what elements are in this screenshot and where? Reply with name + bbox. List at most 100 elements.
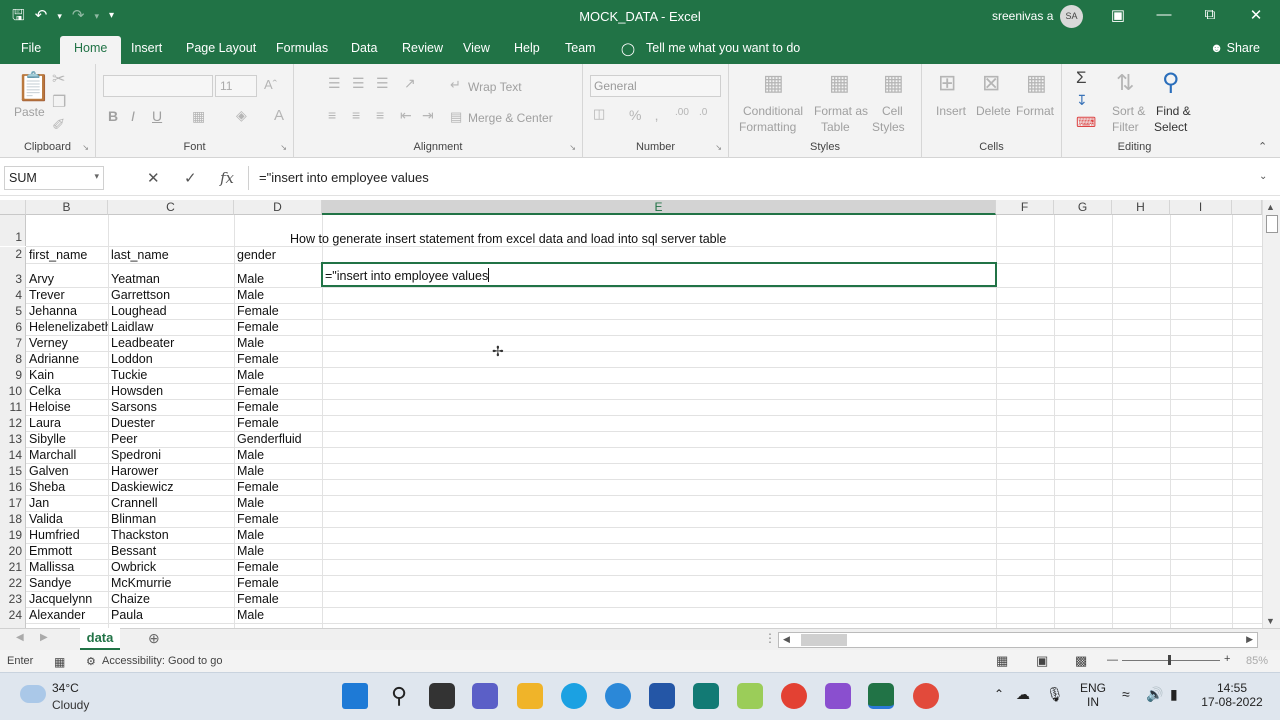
row-header[interactable]: 21 <box>0 559 26 575</box>
first-name-cell[interactable]: Emmott <box>26 544 108 558</box>
recorder-icon[interactable] <box>913 683 939 709</box>
last-name-cell[interactable]: Laidlaw <box>108 320 234 334</box>
gender-cell[interactable]: Female <box>234 512 322 526</box>
insert-cells-button[interactable]: Insert <box>936 104 966 118</box>
first-name-cell[interactable]: Valida <box>26 512 108 526</box>
font-name-box[interactable] <box>103 75 213 97</box>
scroll-up-icon[interactable]: ▲ <box>1266 202 1275 212</box>
tab-formulas[interactable]: Formulas <box>276 41 328 55</box>
column-header-e[interactable]: E <box>322 200 996 215</box>
tab-file[interactable]: File <box>21 41 41 55</box>
increase-indent-icon[interactable]: ⇥ <box>422 107 434 124</box>
row-header[interactable]: 8 <box>0 351 26 367</box>
row-header[interactable]: 10 <box>0 383 26 399</box>
split-handle-icon[interactable]: ⋮ <box>764 631 776 645</box>
gender-cell[interactable]: Female <box>234 304 322 318</box>
column-header-h[interactable]: H <box>1112 200 1170 215</box>
tab-review[interactable]: Review <box>402 41 443 55</box>
cell-styles-line2[interactable]: Styles <box>872 120 905 134</box>
scroll-left-icon[interactable]: ◀ <box>783 634 790 645</box>
zoom-slider-thumb[interactable] <box>1168 655 1171 665</box>
first-name-cell[interactable]: Galven <box>26 464 108 478</box>
first-name-cell[interactable]: Alexander <box>26 608 108 622</box>
gender-cell[interactable]: Male <box>234 272 322 286</box>
row-header[interactable]: 2 <box>0 247 26 263</box>
chrome-icon[interactable] <box>781 683 807 709</box>
first-name-cell[interactable]: Trever <box>26 288 108 302</box>
first-name-cell[interactable]: Kain <box>26 368 108 382</box>
comma-style-icon[interactable]: ‚ <box>655 107 658 123</box>
alignment-launcher-icon[interactable]: ↘ <box>569 143 576 152</box>
cancel-icon[interactable]: ✕ <box>147 169 160 187</box>
paste-label[interactable]: Paste <box>14 105 45 119</box>
tell-me-search[interactable]: Tell me what you want to do <box>646 41 800 55</box>
paste-icon[interactable]: 📋 <box>16 70 51 103</box>
vertical-scrollbar[interactable]: ▲ ▼ <box>1262 200 1280 628</box>
gender-cell[interactable]: Male <box>234 544 322 558</box>
column-header-b[interactable]: B <box>26 200 108 215</box>
last-name-cell[interactable]: Loddon <box>108 352 234 366</box>
macro-record-icon[interactable]: ▦ <box>54 655 65 669</box>
tab-team[interactable]: Team <box>565 41 596 55</box>
scroll-right-icon[interactable]: ▶ <box>1246 634 1253 645</box>
wifi-icon[interactable]: ≈ <box>1122 686 1130 702</box>
tab-view[interactable]: View <box>463 41 490 55</box>
row-header[interactable]: 9 <box>0 367 26 383</box>
gender-cell[interactable]: Genderfluid <box>234 432 322 446</box>
first-name-cell[interactable]: Jacquelynn <box>26 592 108 606</box>
gender-cell[interactable]: Male <box>234 528 322 542</box>
decrease-decimal-icon[interactable]: .0 <box>699 107 707 118</box>
select-all-corner[interactable] <box>0 200 26 215</box>
first-name-cell[interactable]: Humfried <box>26 528 108 542</box>
row-header[interactable]: 4 <box>0 287 26 303</box>
user-name[interactable]: sreenivas a <box>992 9 1053 23</box>
excel-taskbar-icon[interactable] <box>868 683 894 709</box>
fill-icon[interactable]: ↧ <box>1076 92 1088 109</box>
clock[interactable]: 14:55 17-08-2022 <box>1196 681 1268 709</box>
font-size-box[interactable]: 11 <box>215 75 257 97</box>
row-header[interactable]: 17 <box>0 495 26 511</box>
name-box[interactable]: SUM ▾ <box>4 166 104 190</box>
first-name-cell[interactable]: Heloise <box>26 400 108 414</box>
help-icon[interactable] <box>605 683 631 709</box>
italic-button[interactable]: I <box>131 108 135 124</box>
copy-icon[interactable]: ❐ <box>52 92 66 112</box>
clipboard-launcher-icon[interactable]: ↘ <box>82 143 89 152</box>
row-header[interactable]: 1 <box>0 215 26 246</box>
align-left-icon[interactable]: ≡ <box>328 107 336 123</box>
gender-cell[interactable]: Female <box>234 416 322 430</box>
last-name-cell[interactable]: Daskiewicz <box>108 480 234 494</box>
first-name-cell[interactable]: Adrianne <box>26 352 108 366</box>
row-header[interactable]: 19 <box>0 527 26 543</box>
teams-chat-icon[interactable] <box>472 683 498 709</box>
row-header[interactable]: 23 <box>0 591 26 607</box>
last-name-cell[interactable]: Chaize <box>108 592 234 606</box>
header-first-name[interactable]: first_name <box>26 248 108 262</box>
language-indicator[interactable]: ENG IN <box>1079 681 1107 709</box>
prev-sheet-icon[interactable]: ◀ <box>16 632 24 643</box>
gender-cell[interactable]: Female <box>234 560 322 574</box>
last-name-cell[interactable]: Owbrick <box>108 560 234 574</box>
accounting-format-icon[interactable]: ◫ <box>593 106 605 122</box>
last-name-cell[interactable]: Garrettson <box>108 288 234 302</box>
zoom-in-icon[interactable]: + <box>1224 653 1230 665</box>
gender-cell[interactable]: Female <box>234 480 322 494</box>
first-name-cell[interactable]: Sibylle <box>26 432 108 446</box>
visual-studio-icon[interactable] <box>825 683 851 709</box>
close-icon[interactable]: ✕ <box>1241 6 1271 24</box>
snipping-tool-icon[interactable] <box>737 683 763 709</box>
decrease-indent-icon[interactable]: ⇤ <box>400 107 412 124</box>
last-name-cell[interactable]: Harower <box>108 464 234 478</box>
format-as-table-line1[interactable]: Format as <box>814 104 868 118</box>
last-name-cell[interactable]: McKmurrie <box>108 576 234 590</box>
row-header[interactable]: 3 <box>0 263 26 287</box>
merge-center-button[interactable]: Merge & Center <box>468 111 553 125</box>
gender-cell[interactable]: Female <box>234 352 322 366</box>
row-header[interactable]: 24 <box>0 607 26 623</box>
row-header[interactable]: 14 <box>0 447 26 463</box>
tab-insert[interactable]: Insert <box>131 41 162 55</box>
first-name-cell[interactable]: Celka <box>26 384 108 398</box>
enter-icon[interactable]: ✓ <box>184 169 197 187</box>
autosum-icon[interactable]: Σ <box>1076 68 1087 88</box>
conditional-formatting-line2[interactable]: Formatting <box>739 120 796 134</box>
